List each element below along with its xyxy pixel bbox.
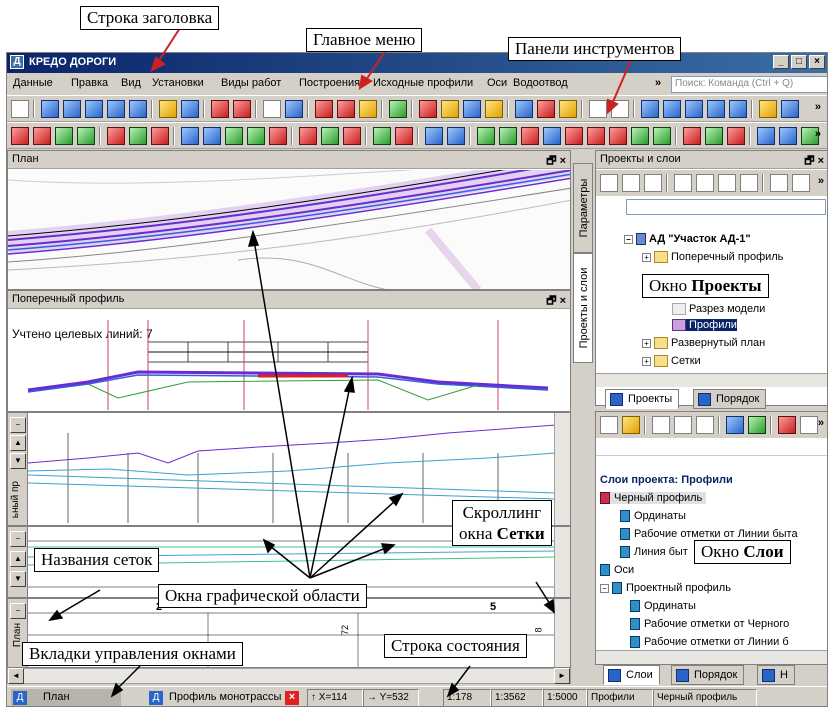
- callout-grid-names: Названия сеток: [34, 548, 160, 572]
- arrow-toolbars: [611, 57, 633, 105]
- annotation-arrows: [48, 27, 633, 698]
- callout-main-menu: Главное меню: [306, 28, 423, 52]
- callout-graphic-windows: Окна графической области: [158, 584, 367, 608]
- callout-layers-window: Окно Слои: [694, 540, 791, 564]
- callout-projects-window: Окно Проекты: [642, 274, 769, 298]
- callout-window-tabs: Вкладки управления окнами: [22, 642, 243, 666]
- callout-toolbars: Панели инструментов: [508, 37, 682, 61]
- callout-grid-scroll: Скроллинг окна Сетки: [452, 500, 552, 546]
- callout-status-bar: Строка состояния: [384, 634, 527, 658]
- arrow-main-menu: [365, 49, 387, 81]
- arrow-title-bar: [157, 27, 181, 63]
- callout-title-bar: Строка заголовка: [80, 6, 220, 30]
